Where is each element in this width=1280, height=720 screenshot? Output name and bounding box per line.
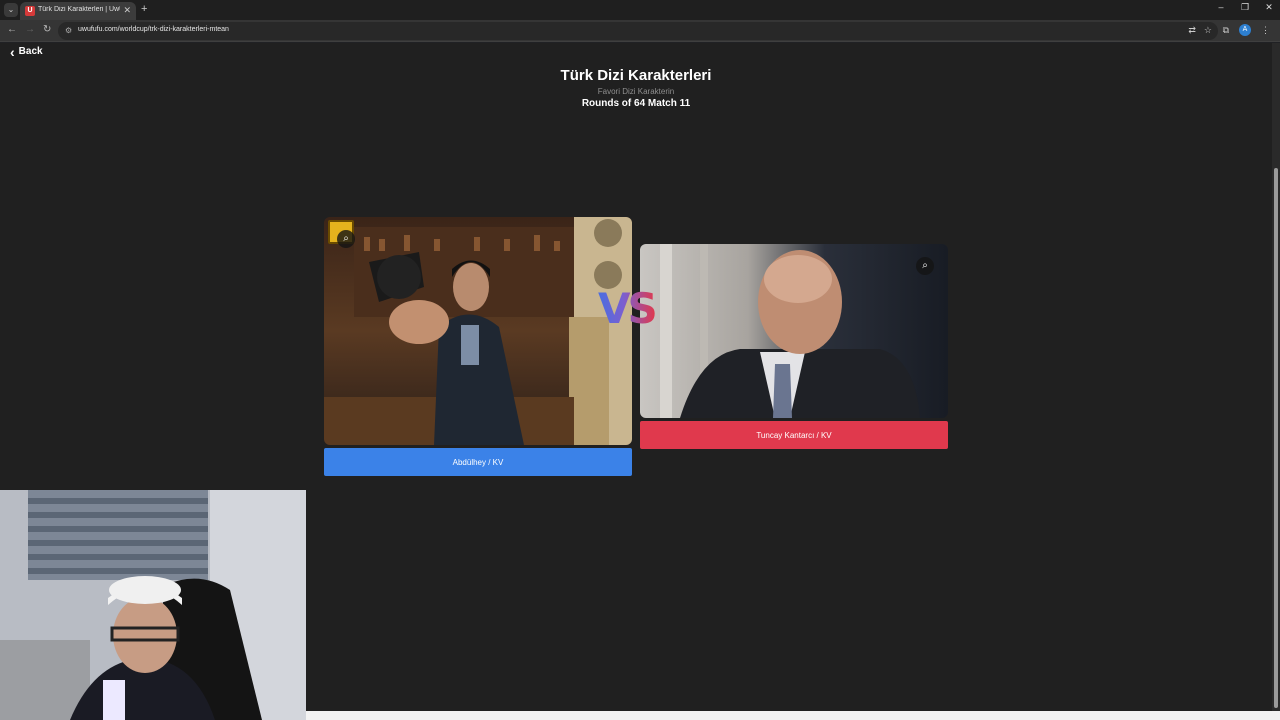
site-info-icon[interactable]: ⚙: [65, 26, 72, 35]
site-favicon-icon: U: [25, 6, 35, 16]
chevron-left-icon: ‹: [10, 43, 15, 60]
round-label: Rounds of 64 Match 11: [581, 98, 691, 109]
menu-kebab-icon[interactable]: ⋮: [1261, 25, 1270, 36]
close-window-icon[interactable]: ✕: [1264, 2, 1274, 13]
reload-icon[interactable]: ↻: [43, 24, 51, 35]
browser-tab[interactable]: U Türk Dizi Karakterleri | UwUFUFU ✕: [20, 2, 136, 20]
webcam-video: [0, 490, 306, 720]
translate-icon[interactable]: ⇄: [1188, 25, 1196, 36]
restore-icon[interactable]: ❐: [1240, 2, 1250, 13]
window-controls: – ❐ ✕: [1216, 2, 1274, 13]
contestant-photo-left: [324, 217, 632, 445]
page-bottom-strip: [306, 711, 1280, 720]
zoom-in-icon[interactable]: ⌕: [337, 230, 355, 248]
contestant-button-left[interactable]: Abdülhey / KV: [324, 448, 632, 476]
page-subtitle: Favori Dizi Karakterin: [597, 87, 675, 96]
contestant-button-right[interactable]: Tuncay Kantarcı / KV: [640, 421, 948, 449]
contestant-image-right[interactable]: ⌕: [640, 244, 948, 418]
contestant-name-right: Tuncay Kantarcı / KV: [756, 430, 832, 440]
browser-toolbar: ← → ↻ ⚙ uwufufu.com/worldcup/trk-dizi-ka…: [0, 20, 1280, 42]
contestant-image-left[interactable]: ⌕: [324, 217, 632, 445]
url-text[interactable]: uwufufu.com/worldcup/trk-dizi-karakterle…: [78, 26, 229, 33]
scroll-thumb[interactable]: [1274, 168, 1278, 708]
minimize-icon[interactable]: –: [1216, 2, 1226, 13]
tab-title: Türk Dizi Karakterleri | UwUFUFU: [38, 6, 120, 13]
extensions-icon[interactable]: ⧉: [1223, 25, 1229, 36]
back-label: Back: [18, 46, 43, 57]
webcam-overlay: [0, 490, 306, 720]
vs-label: VS: [598, 284, 658, 333]
contestant-photo-right: [640, 244, 948, 418]
profile-avatar[interactable]: A: [1239, 24, 1251, 36]
tab-list-icon[interactable]: ⌄: [4, 3, 18, 17]
contestant-name-left: Abdülhey / KV: [452, 457, 504, 467]
bookmark-star-icon[interactable]: ☆: [1204, 25, 1212, 36]
page-title: Türk Dizi Karakterleri: [560, 67, 712, 84]
forward-nav-icon[interactable]: →: [25, 24, 35, 35]
zoom-in-icon[interactable]: ⌕: [916, 257, 934, 275]
back-nav-icon[interactable]: ←: [7, 24, 17, 35]
browser-tabbar: ⌄ U Türk Dizi Karakterleri | UwUFUFU ✕ +…: [0, 0, 1280, 20]
address-bar[interactable]: ⚙ uwufufu.com/worldcup/trk-dizi-karakter…: [58, 22, 1218, 40]
heading: Türk Dizi Karakterleri Favori Dizi Karak…: [0, 67, 1272, 109]
vs-text: VS: [598, 284, 658, 333]
page-scrollbar[interactable]: [1272, 43, 1280, 711]
close-tab-icon[interactable]: ✕: [123, 5, 131, 16]
new-tab-icon[interactable]: +: [141, 3, 147, 15]
back-button[interactable]: ‹ Back: [10, 43, 43, 60]
